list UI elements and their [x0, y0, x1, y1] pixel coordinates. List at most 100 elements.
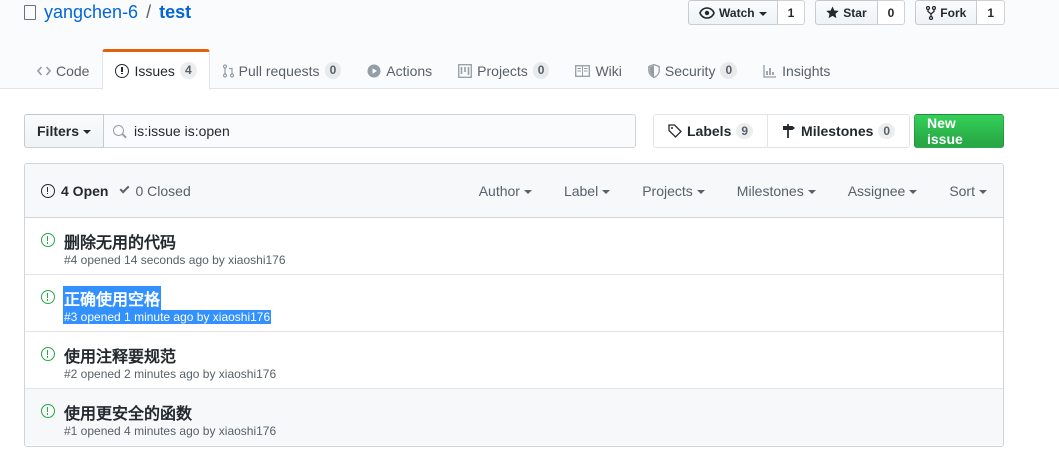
- author-filter[interactable]: Author: [479, 183, 532, 199]
- milestones-label: Milestones: [801, 123, 874, 139]
- tab-insights[interactable]: Insights: [750, 49, 843, 90]
- repo-header: yangchen-6 / test Watch 1 Star 0 Fork 1: [0, 0, 1059, 90]
- labels-label: Labels: [687, 123, 732, 139]
- projects-filter-label: Projects: [642, 183, 693, 199]
- tab-code[interactable]: Code: [24, 49, 102, 90]
- tab-issues-count: 4: [179, 62, 197, 79]
- check-icon: [120, 183, 130, 194]
- open-issues-label: 4 Open: [61, 182, 109, 199]
- issue-meta: #4 opened 14 seconds ago by xiaoshi176: [64, 253, 286, 267]
- project-icon: [458, 63, 473, 78]
- chevron-down-icon: [523, 190, 532, 194]
- issue-states: 4 Open 0 Closed: [41, 183, 191, 199]
- star-group: Star 0: [815, 0, 906, 25]
- labels-count: 9: [736, 122, 754, 140]
- search-input[interactable]: [104, 115, 635, 147]
- graph-icon: [763, 64, 777, 78]
- issue-opened-icon: [41, 183, 55, 198]
- repo-owner-link[interactable]: yangchen-6: [44, 2, 138, 23]
- issue-meta: #2 opened 2 minutes ago by xiaoshi176: [64, 367, 277, 381]
- chevron-down-icon: [807, 190, 816, 194]
- issues-search: [104, 114, 636, 148]
- watch-button[interactable]: Watch: [688, 0, 778, 25]
- milestones-filter[interactable]: Milestones: [737, 183, 816, 199]
- star-count[interactable]: 0: [877, 0, 906, 25]
- filters-button[interactable]: Filters: [24, 114, 105, 148]
- watch-group: Watch 1: [688, 0, 806, 25]
- labels-link[interactable]: Labels 9: [653, 114, 769, 148]
- tab-projects-count: 0: [532, 62, 550, 79]
- tab-security[interactable]: Security 0: [635, 49, 750, 90]
- issues-search-group: Filters: [24, 114, 636, 148]
- issue-row: 使用更安全的函数 #1 opened 4 minutes ago by xiao…: [25, 389, 1003, 445]
- issue-title-link[interactable]: 正确使用空格: [63, 286, 162, 310]
- repo-name-link[interactable]: test: [159, 2, 191, 23]
- milestones-count: 0: [878, 122, 896, 140]
- tab-pull-requests-label: Pull requests: [238, 62, 320, 79]
- issues-list: 4 Open 0 Closed Author Label Projects Mi…: [24, 163, 1004, 447]
- book-icon: [575, 64, 591, 77]
- tab-security-count: 0: [720, 62, 738, 79]
- fork-button[interactable]: Fork: [915, 0, 978, 25]
- tab-security-label: Security: [664, 62, 716, 79]
- watch-label: Watch: [719, 5, 755, 20]
- closed-issues-link[interactable]: 0 Closed: [120, 182, 191, 199]
- repo-icon: [24, 5, 36, 20]
- repo-separator: /: [146, 2, 152, 22]
- author-filter-label: Author: [478, 183, 520, 199]
- issue-filter-menus: Author Label Projects Milestones Assigne…: [479, 164, 987, 218]
- issue-row: 删除无用的代码 #4 opened 14 seconds ago by xiao…: [25, 218, 1003, 275]
- star-label: Star: [843, 5, 867, 20]
- chevron-down-icon: [909, 190, 918, 194]
- star-icon: [826, 6, 839, 19]
- projects-filter[interactable]: Projects: [642, 183, 705, 199]
- filters-label: Filters: [37, 123, 80, 139]
- closed-issues-label: 0 Closed: [135, 182, 191, 199]
- tag-icon: [668, 124, 682, 138]
- repo-title: yangchen-6 / test: [24, 2, 191, 23]
- chevron-down-icon: [979, 190, 987, 194]
- tab-code-label: Code: [56, 62, 90, 79]
- tab-projects[interactable]: Projects 0: [445, 49, 562, 90]
- play-icon: [367, 64, 381, 77]
- tab-projects-label: Projects: [477, 62, 528, 79]
- issue-meta: #3 opened 1 minute ago by xiaoshi176: [63, 310, 272, 324]
- issue-title-link[interactable]: 使用注释要规范: [63, 343, 177, 367]
- open-issues-link[interactable]: 4 Open: [41, 183, 108, 199]
- issue-opened-icon: [41, 347, 55, 361]
- tab-pull-requests[interactable]: Pull requests 0: [210, 49, 355, 90]
- issue-opened-icon: [115, 63, 130, 78]
- new-issue-button[interactable]: New issue: [914, 114, 1004, 148]
- tab-issues-label: Issues: [134, 62, 175, 79]
- fork-count[interactable]: 1: [977, 0, 1005, 25]
- issue-opened-icon: [41, 233, 55, 247]
- star-button[interactable]: Star: [815, 0, 878, 25]
- fork-group: Fork 1: [915, 0, 1005, 25]
- chevron-down-icon: [83, 130, 92, 134]
- tab-wiki-label: Wiki: [595, 62, 622, 79]
- issue-title-link[interactable]: 删除无用的代码: [63, 229, 177, 253]
- tab-actions[interactable]: Actions: [354, 49, 445, 90]
- tab-wiki[interactable]: Wiki: [562, 49, 634, 90]
- repo-nav: Code Issues 4 Pull requests 0 Actions Pr…: [24, 49, 843, 90]
- issues-subnav: Filters Labels 9 Milestones 0 New issue: [24, 114, 1004, 148]
- issues-list-header: 4 Open 0 Closed Author Label Projects Mi…: [25, 164, 1003, 218]
- chevron-down-icon: [758, 11, 767, 16]
- sort-filter[interactable]: Sort: [949, 183, 987, 199]
- assignee-filter-label: Assignee: [847, 183, 906, 199]
- watch-count[interactable]: 1: [777, 0, 806, 25]
- chevron-down-icon: [696, 190, 705, 194]
- milestones-filter-label: Milestones: [736, 183, 804, 199]
- tab-issues[interactable]: Issues 4: [102, 49, 210, 90]
- assignee-filter[interactable]: Assignee: [848, 183, 918, 199]
- shield-icon: [648, 63, 660, 78]
- label-filter[interactable]: Label: [564, 183, 611, 199]
- issue-opened-icon: [41, 404, 55, 418]
- issue-title-link[interactable]: 使用更安全的函数: [63, 400, 193, 424]
- repo-actions: Watch 1 Star 0 Fork 1: [688, 0, 1005, 25]
- search-icon: [113, 125, 125, 136]
- fork-label: Fork: [940, 5, 967, 20]
- issue-row: 正确使用空格 #3 opened 1 minute ago by xiaoshi…: [25, 275, 1003, 332]
- tab-insights-label: Insights: [782, 62, 831, 79]
- milestones-link[interactable]: Milestones 0: [768, 114, 911, 148]
